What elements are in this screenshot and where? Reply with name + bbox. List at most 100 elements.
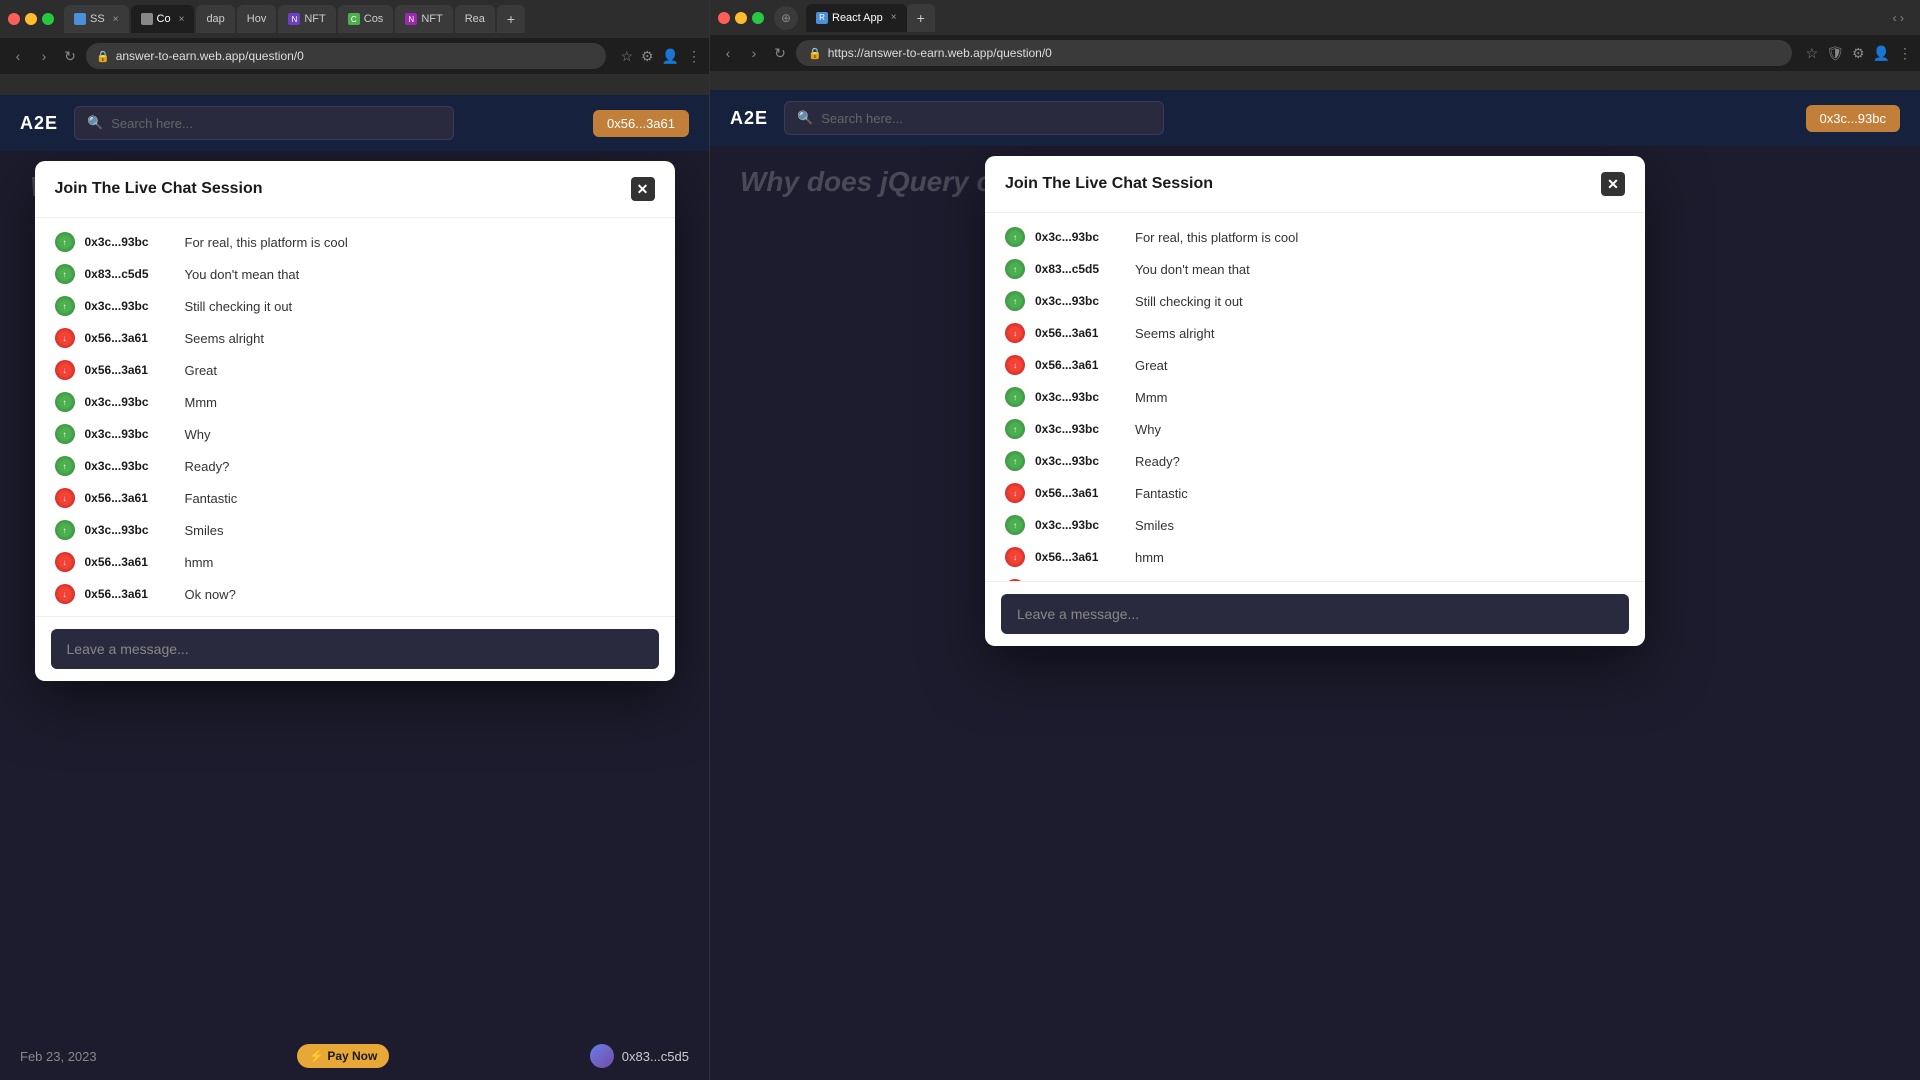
- right-modal-body[interactable]: ↑ 0x3c...93bc For real, this platform is…: [985, 213, 1645, 581]
- left-page-bg: Why does jQuery or a DOM Join The Live C…: [0, 151, 709, 1032]
- user-address: 0x83...c5d5: [1035, 262, 1125, 276]
- right-address-bar[interactable]: 🔒 https://answer-to-earn.web.app/questio…: [796, 40, 1792, 66]
- right-tab-bar: ⊕ R React App × + ‹ ›: [710, 0, 1920, 35]
- message-text: Still checking it out: [185, 299, 293, 314]
- message-text: Why: [1135, 422, 1161, 437]
- right-tab-label: React App: [832, 12, 883, 24]
- right-refresh-btn[interactable]: ↻: [770, 45, 790, 62]
- right-profile-icon[interactable]: 👤: [1873, 45, 1890, 62]
- tab-4[interactable]: Hov: [237, 5, 277, 33]
- right-forward-btn[interactable]: ›: [744, 45, 764, 61]
- right-modal-close[interactable]: ✕: [1601, 172, 1625, 196]
- user-address: 0x83...c5d5: [85, 267, 175, 281]
- left-panel: SS × Co × dap Hov N NFT C Cos N NFT Re: [0, 0, 710, 1080]
- left-modal-header: Join The Live Chat Session ✕: [35, 161, 675, 218]
- user-address: 0x3c...93bc: [85, 235, 175, 249]
- tab-7[interactable]: N NFT: [395, 5, 452, 33]
- left-pay-now-button[interactable]: ⚡ Pay Now: [297, 1044, 389, 1068]
- left-browser-chrome: SS × Co × dap Hov N NFT C Cos N NFT Re: [0, 0, 709, 95]
- right-wallet-button[interactable]: 0x3c...93bc: [1806, 105, 1901, 132]
- left-tab-bar: SS × Co × dap Hov N NFT C Cos N NFT Re: [0, 0, 709, 38]
- message-text: Why: [185, 427, 211, 442]
- right-extensions-icon[interactable]: ⚙: [1852, 45, 1865, 62]
- right-tab-new[interactable]: +: [907, 4, 935, 32]
- right-tab-controls: ‹ ›: [1893, 11, 1912, 25]
- bookmark-icon[interactable]: ☆: [620, 48, 633, 65]
- user-avatar: ↓: [55, 552, 75, 572]
- right-panel: ⊕ R React App × + ‹ › ‹ › ↻ 🔒 https://an…: [710, 0, 1920, 1080]
- left-wallet-button[interactable]: 0x56...3a61: [593, 110, 689, 137]
- tab-close-active[interactable]: ×: [179, 14, 185, 25]
- tab-label-6: Cos: [364, 13, 384, 25]
- left-address-bar[interactable]: 🔒 answer-to-earn.web.app/question/0: [86, 43, 606, 69]
- right-message-input[interactable]: [1001, 594, 1629, 634]
- menu-icon[interactable]: ⋮: [687, 48, 701, 65]
- tab-label-4: Hov: [247, 13, 267, 25]
- tab-5[interactable]: N NFT: [278, 5, 335, 33]
- refresh-button[interactable]: ↻: [60, 48, 80, 65]
- chat-message: ↓ 0x56...3a61 hmm: [985, 541, 1645, 573]
- user-address: 0x3c...93bc: [85, 299, 175, 313]
- right-menu-icon[interactable]: ⋮: [1898, 45, 1912, 62]
- message-text: Seems alright: [185, 331, 264, 346]
- back-button[interactable]: ‹: [8, 48, 28, 64]
- user-address: 0x3c...93bc: [1035, 230, 1125, 244]
- message-text: Ok now?: [185, 587, 236, 602]
- right-app-header: A2E 🔍 Search here... 0x3c...93bc: [710, 90, 1920, 146]
- tab-new[interactable]: +: [497, 5, 525, 33]
- right-minimize-light[interactable]: [735, 12, 747, 24]
- right-shield-icon[interactable]: 🛡: [1826, 45, 1844, 62]
- tab-label-7: NFT: [421, 13, 442, 25]
- tab-6[interactable]: C Cos: [338, 5, 394, 33]
- chat-message: ↓ 0x56...3a61 Fantastic: [35, 482, 675, 514]
- profile-icon[interactable]: 👤: [662, 48, 679, 65]
- left-modal-body[interactable]: ↑ 0x3c...93bc For real, this platform is…: [35, 218, 675, 616]
- chat-message: ↓ 0x56...3a61 Great: [985, 349, 1645, 381]
- user-avatar: ↓: [55, 584, 75, 604]
- minimize-traffic-light[interactable]: [25, 13, 37, 25]
- left-user-avatar: [590, 1044, 614, 1068]
- right-nav-arrows[interactable]: ‹ ›: [1893, 11, 1904, 25]
- right-browser-actions: ☆ 🛡 ⚙ 👤 ⋮: [1806, 45, 1912, 62]
- right-search-bar[interactable]: 🔍 Search here...: [784, 101, 1164, 135]
- right-fullscreen-light[interactable]: [752, 12, 764, 24]
- fullscreen-traffic-light[interactable]: [42, 13, 54, 25]
- left-date: Feb 23, 2023: [20, 1049, 97, 1064]
- right-tab-close[interactable]: ×: [891, 12, 897, 23]
- chat-message: ↓ 0x56...3a61 Great: [35, 354, 675, 386]
- right-close-light[interactable]: [718, 12, 730, 24]
- tab-8[interactable]: Rea: [455, 5, 495, 33]
- left-search-bar[interactable]: 🔍 Search here...: [74, 106, 454, 140]
- right-back-btn[interactable]: ‹: [718, 45, 738, 61]
- tab-active[interactable]: Co ×: [131, 5, 195, 33]
- chat-message: ↓ 0x56...3a61 Seems alright: [35, 322, 675, 354]
- left-search-icon: 🔍: [87, 115, 103, 131]
- forward-button[interactable]: ›: [34, 48, 54, 64]
- right-browser-icon: ⊕: [774, 6, 798, 30]
- tab-close-1[interactable]: ×: [113, 14, 119, 25]
- right-bookmark-icon[interactable]: ☆: [1806, 45, 1819, 62]
- user-avatar: ↑: [1005, 387, 1025, 407]
- right-tab-active[interactable]: R React App ×: [806, 4, 907, 32]
- left-modal-close[interactable]: ✕: [631, 177, 655, 201]
- message-text: Great: [1135, 358, 1168, 373]
- user-avatar: ↑: [55, 520, 75, 540]
- chat-message: ↑ 0x3c...93bc Smiles: [35, 514, 675, 546]
- extensions-icon[interactable]: ⚙: [641, 48, 654, 65]
- message-text: Smiles: [185, 523, 224, 538]
- tab-1[interactable]: SS ×: [64, 5, 129, 33]
- left-message-input[interactable]: [51, 629, 659, 669]
- tab-3[interactable]: dap: [196, 5, 234, 33]
- user-avatar: ↓: [55, 488, 75, 508]
- right-page-bg: Why does jQuery or a DOM Join The Live C…: [710, 146, 1920, 1080]
- tab-label-8: Rea: [465, 13, 485, 25]
- message-text: Mmm: [1135, 390, 1168, 405]
- close-traffic-light[interactable]: [8, 13, 20, 25]
- chat-message: ↑ 0x3c...93bc Mmm: [985, 381, 1645, 413]
- chat-message: ↑ 0x83...c5d5 You don't mean that: [35, 258, 675, 290]
- left-search-placeholder: Search here...: [111, 116, 193, 131]
- user-avatar: ↑: [1005, 259, 1025, 279]
- left-modal-overlay: Join The Live Chat Session ✕ ↑ 0x3c...93…: [0, 151, 709, 1032]
- chat-message: ↑ 0x3c...93bc For real, this platform is…: [985, 221, 1645, 253]
- chat-message: ↓ 0x56...3a61 hmm: [35, 546, 675, 578]
